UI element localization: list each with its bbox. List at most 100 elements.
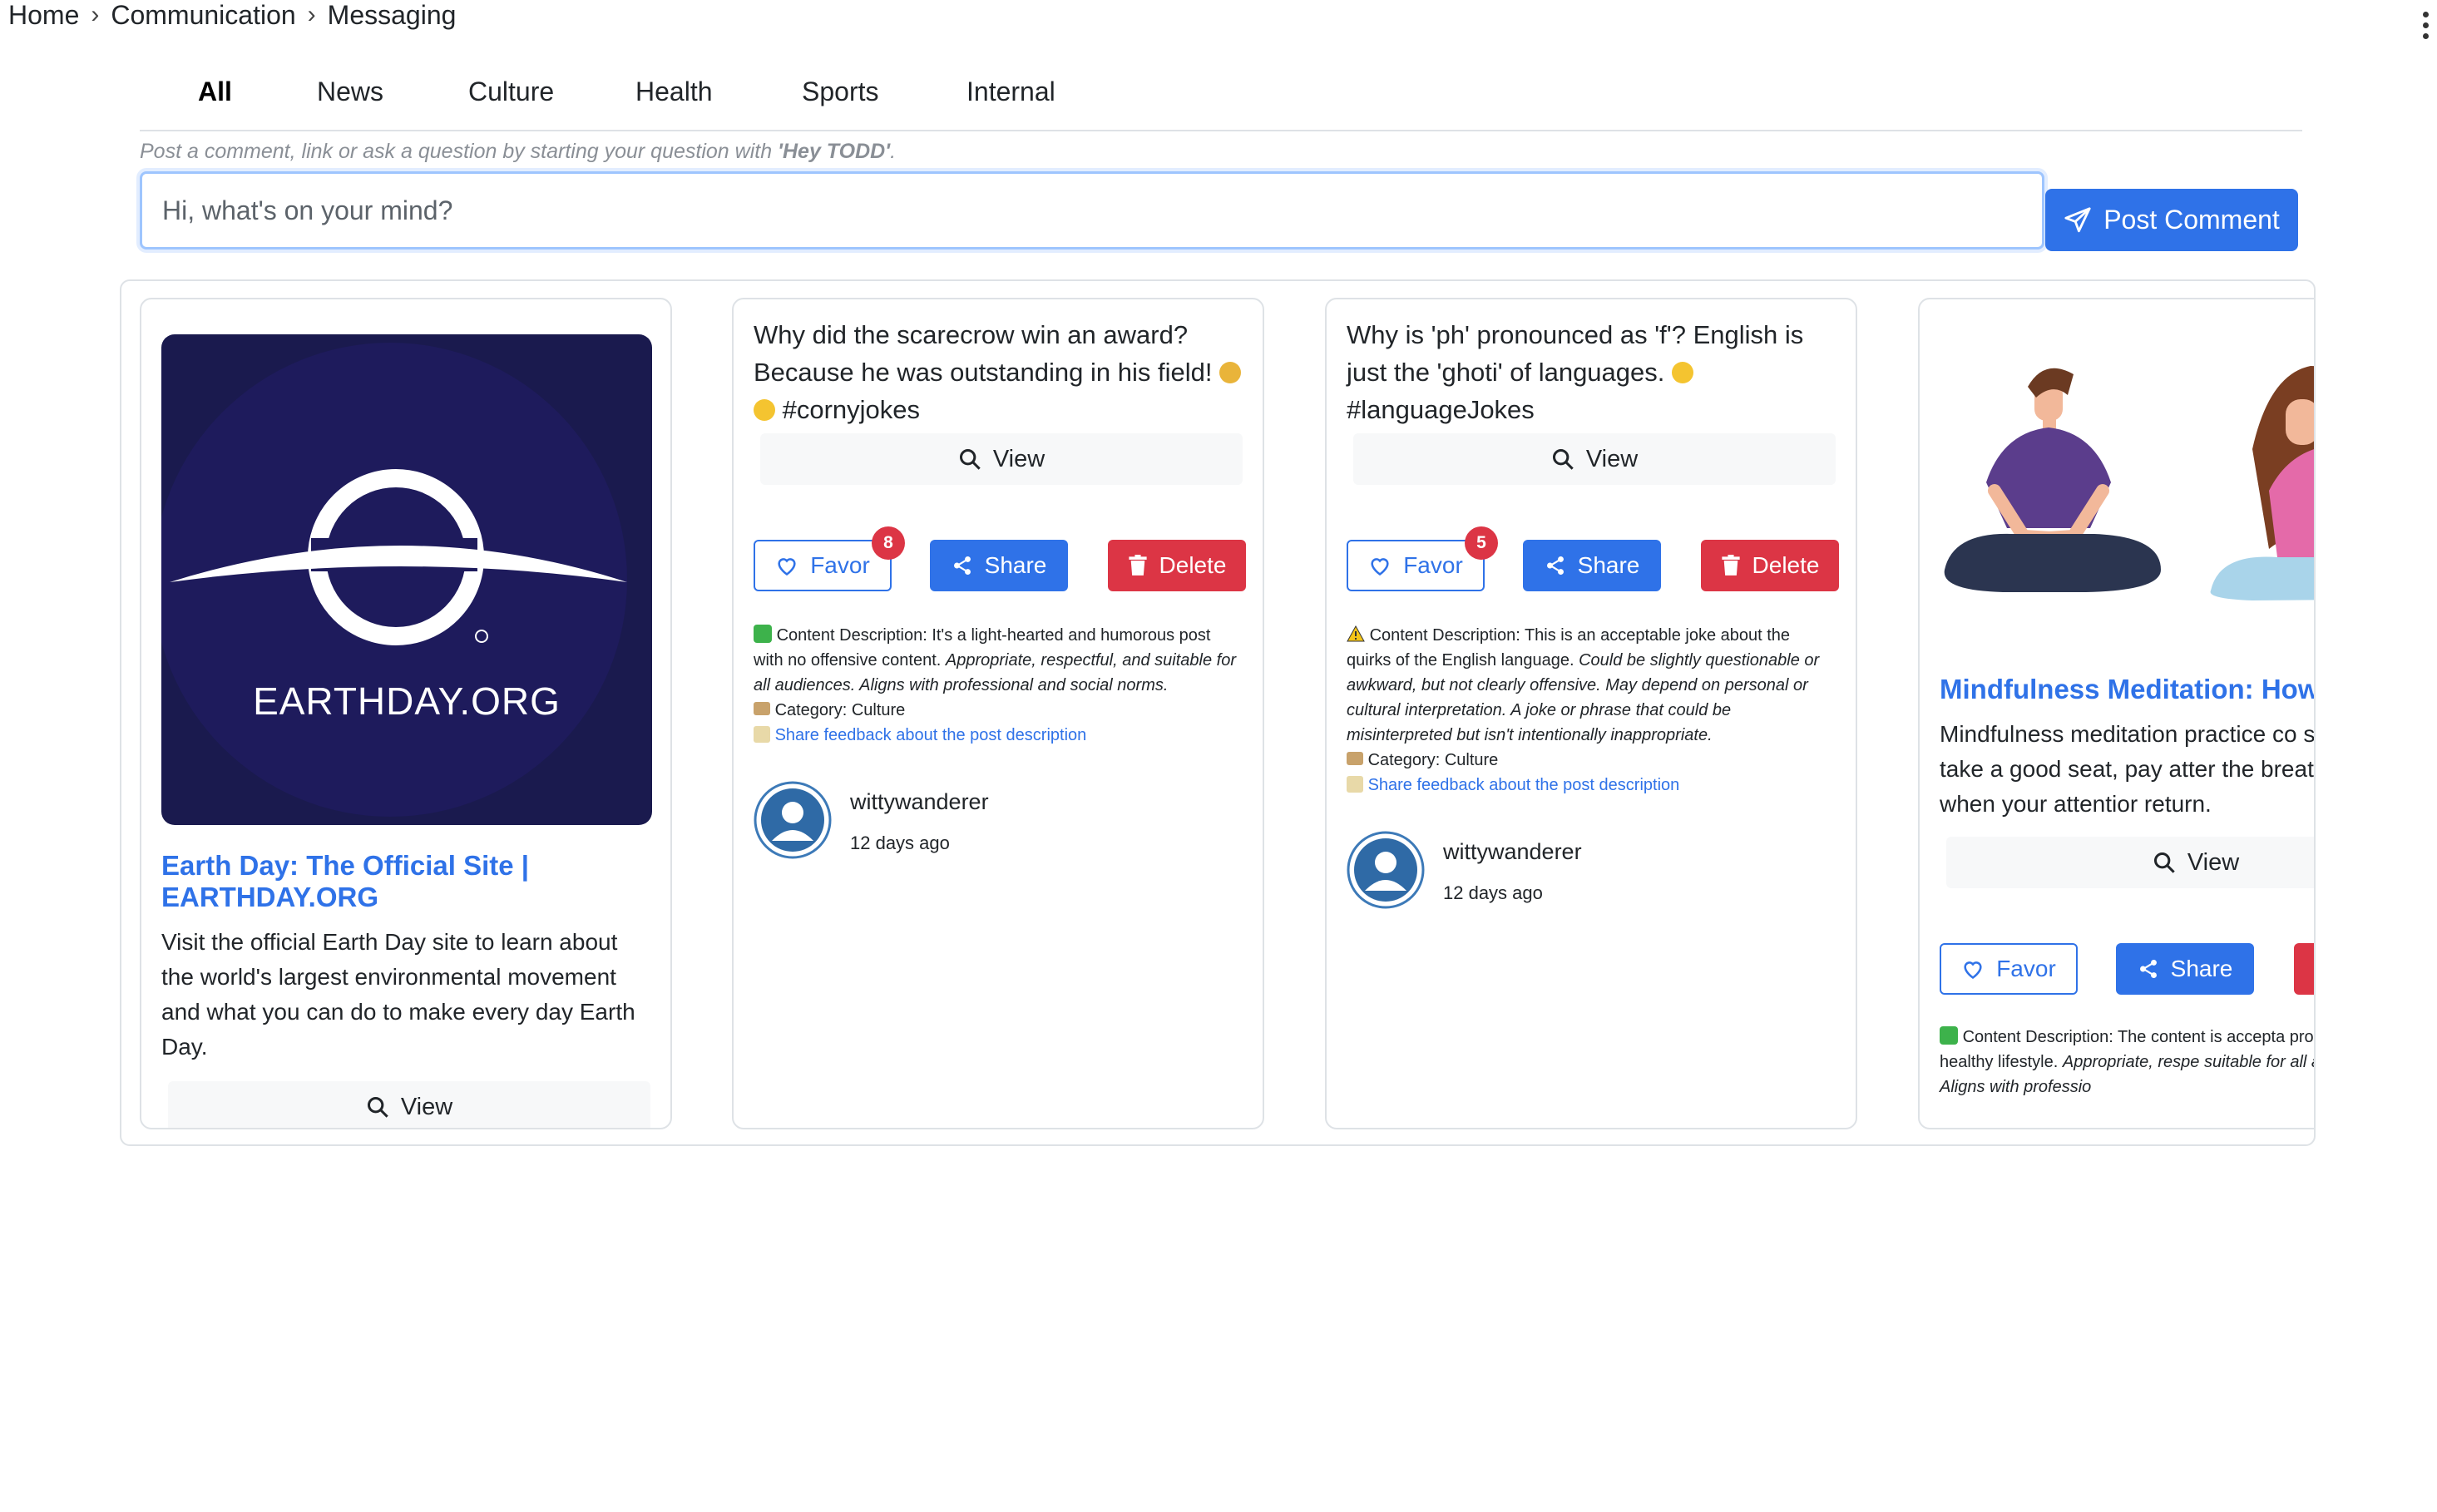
category-tabs: All News Culture Health Sports Internal: [140, 72, 2302, 131]
tab-health[interactable]: Health: [635, 77, 713, 107]
breadcrumb-home[interactable]: Home: [8, 0, 79, 31]
favor-label: Favor: [1403, 552, 1463, 578]
post-comment-button[interactable]: Post Comment: [2045, 189, 2298, 251]
link-title[interactable]: Mindfulness Meditation: How: [1940, 674, 2314, 705]
category-label: Category: Culture: [774, 701, 906, 719]
category-card-icon: [1347, 752, 1363, 765]
delete-button[interactable]: Delete: [1108, 540, 1246, 591]
share-label: Share: [984, 552, 1047, 578]
post-text-body: Why did the scarecrow win an award? Beca…: [754, 320, 1213, 387]
share-button[interactable]: Share: [1523, 540, 1661, 591]
post-text: Why did the scarecrow win an award? Beca…: [754, 316, 1243, 428]
share-icon: [953, 556, 971, 576]
favor-button[interactable]: Favor 5: [1347, 526, 1498, 591]
favor-button[interactable]: Favor 8: [754, 526, 905, 591]
content-description: Content Description: It's a light-hearte…: [754, 623, 1243, 748]
search-icon: [2153, 852, 2175, 873]
share-label: Share: [2170, 956, 2233, 981]
breadcrumb: Home › Communication › Messaging: [8, 0, 456, 30]
search-icon: [1552, 448, 1574, 470]
tab-sports[interactable]: Sports: [802, 77, 878, 107]
memo-icon: [1347, 776, 1363, 793]
share-button[interactable]: Share: [930, 540, 1068, 591]
author-name[interactable]: wittywanderer: [1443, 839, 1582, 865]
earthday-thumbnail[interactable]: EARTHDAY.ORG: [161, 334, 652, 825]
link-description: Mindfulness meditation practice co simpl…: [1940, 721, 2316, 817]
author-name[interactable]: wittywanderer: [850, 789, 989, 815]
post-card-earthday: EARTHDAY.ORG Earth Day: The Official Sit…: [140, 298, 672, 1129]
more-options-icon[interactable]: [2419, 12, 2432, 39]
content-description: Content Description: This is an acceptab…: [1347, 623, 1836, 798]
breadcrumb-separator: ›: [307, 1, 316, 28]
post-author: wittywanderer 12 days ago: [754, 781, 1243, 864]
view-button[interactable]: View: [760, 433, 1243, 485]
breadcrumb-communication[interactable]: Communication: [111, 0, 295, 31]
check-mark-icon: [754, 625, 772, 643]
search-icon: [367, 1096, 388, 1118]
link-title[interactable]: Earth Day: The Official Site | EARTHDAY.…: [161, 850, 650, 913]
view-button[interactable]: View: [1353, 433, 1836, 485]
view-button[interactable]: View: [168, 1081, 650, 1128]
feedback-link[interactable]: Share feedback about the post descriptio…: [1368, 776, 1680, 794]
favor-label: Favor: [810, 552, 870, 578]
link-description: Visit the official Earth Day site to lea…: [161, 929, 635, 1060]
post-text-body: Why is 'ph' pronounced as 'f'? English i…: [1347, 320, 1804, 387]
view-label: View: [1585, 445, 1639, 472]
rofl-emoji-icon: [754, 399, 775, 421]
tab-all[interactable]: All: [198, 77, 232, 107]
trash-icon: [1128, 555, 1147, 576]
post-timestamp: 12 days ago: [1443, 882, 1543, 903]
post-actions: Favor 8 Share Delete: [754, 526, 1246, 593]
delete-button[interactable]: [2294, 943, 2314, 995]
category-label: Category: Culture: [1367, 751, 1499, 769]
delete-label: Delete: [1159, 552, 1227, 578]
avatar[interactable]: [754, 781, 832, 859]
meditation-illustration[interactable]: [1920, 349, 2316, 632]
share-icon: [1546, 556, 1564, 576]
post-actions: Favor 5 Share Delete: [1347, 526, 1839, 593]
share-icon: [2139, 959, 2157, 979]
view-label: View: [400, 1093, 453, 1120]
post-comment-label: Post Comment: [2103, 205, 2280, 235]
post-author: wittywanderer 12 days ago: [1347, 831, 1836, 914]
memo-icon: [754, 726, 770, 743]
breadcrumb-messaging: Messaging: [327, 0, 457, 30]
hint-keyword: 'Hey TODD': [778, 140, 891, 163]
tab-culture[interactable]: Culture: [468, 77, 554, 107]
thinking-emoji-icon: [1672, 362, 1694, 383]
feedback-link[interactable]: Share feedback about the post descriptio…: [775, 726, 1087, 744]
breadcrumb-separator: ›: [91, 1, 100, 28]
view-button[interactable]: View: [1946, 837, 2314, 888]
post-text: Why is 'ph' pronounced as 'f'? English i…: [1347, 316, 1836, 428]
post-timestamp: 12 days ago: [850, 833, 950, 853]
delete-label: Delete: [1752, 552, 1820, 578]
tab-news[interactable]: News: [317, 77, 383, 107]
check-mark-icon: [1940, 1026, 1958, 1045]
favor-label: Favor: [1996, 956, 2056, 981]
heart-icon: [1964, 961, 1982, 980]
favor-count-badge: 5: [1465, 526, 1498, 560]
view-label: View: [992, 445, 1045, 472]
heart-icon: [1371, 558, 1389, 576]
heart-icon: [778, 558, 796, 576]
send-icon: [2064, 206, 2091, 232]
content-description: Content Description: The content is acce…: [1940, 1025, 2314, 1099]
post-hashtag[interactable]: #languageJokes: [1347, 395, 1535, 424]
post-actions: Favor Share: [1940, 943, 2314, 996]
share-button[interactable]: Share: [2116, 943, 2254, 995]
earthday-logo-icon: [170, 469, 627, 645]
post-feed[interactable]: EARTHDAY.ORG Earth Day: The Official Sit…: [120, 279, 2316, 1146]
trash-icon: [1721, 555, 1740, 576]
composer-hint: Post a comment, link or ask a question b…: [140, 140, 897, 163]
search-icon: [959, 448, 981, 470]
avatar[interactable]: [1347, 831, 1425, 909]
view-label: View: [2187, 848, 2240, 876]
category-card-icon: [754, 702, 770, 715]
post-hashtag[interactable]: #cornyjokes: [783, 395, 920, 424]
favor-count-badge: 8: [872, 526, 905, 560]
tab-internal[interactable]: Internal: [966, 77, 1055, 107]
comment-input[interactable]: [140, 171, 2044, 250]
corn-emoji-icon: [1219, 362, 1242, 383]
favor-button[interactable]: Favor: [1940, 943, 2078, 995]
delete-button[interactable]: Delete: [1701, 540, 1839, 591]
